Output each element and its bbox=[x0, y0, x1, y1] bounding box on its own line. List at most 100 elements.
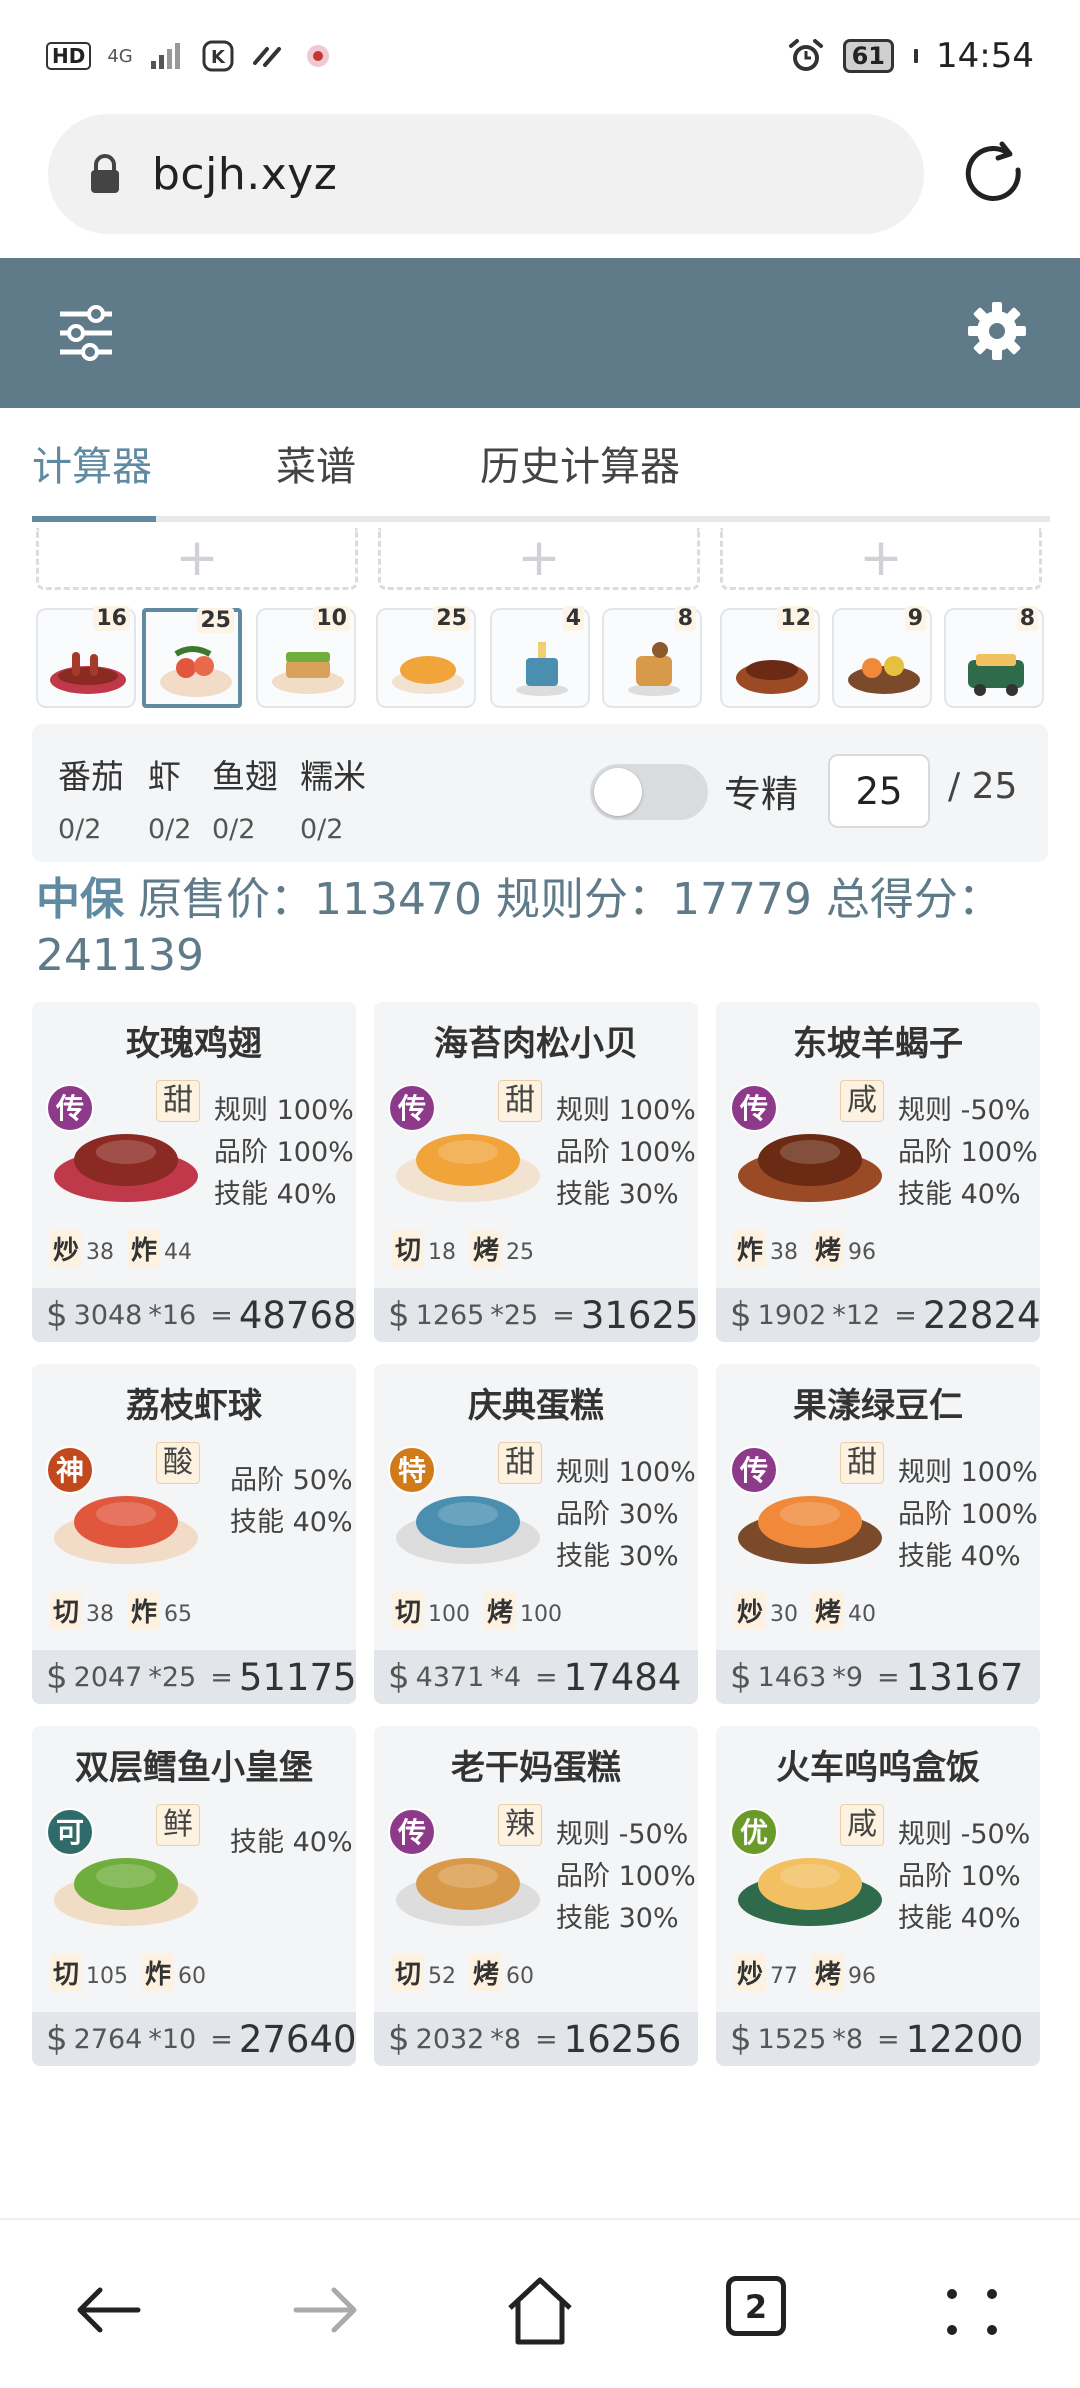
stat-line: 技能 40% bbox=[230, 1507, 353, 1538]
battery-level: 61 bbox=[851, 42, 886, 70]
mastery-toggle[interactable] bbox=[590, 764, 708, 820]
chef-slot-2[interactable]: + bbox=[378, 528, 700, 590]
recipe-stats: 规则 -50% 品阶 100% 技能 40% bbox=[898, 1090, 1038, 1216]
skill-value: 18 bbox=[428, 1240, 457, 1265]
skill-value: 40 bbox=[848, 1602, 877, 1627]
add-icon: + bbox=[859, 527, 903, 588]
total-price: 17484 bbox=[563, 1655, 682, 1699]
recipe-name: 果漾绿豆仁 bbox=[793, 1386, 963, 1426]
price-row: $2047 *25 = 51175 bbox=[32, 1650, 356, 1704]
filter-settings-icon[interactable] bbox=[56, 298, 116, 368]
score-text: 原售价：113470 规则分：17779 总得分：241139 bbox=[36, 874, 1002, 981]
skill-requirements: 炒 77 烤 96 bbox=[734, 1954, 876, 1991]
quantity: *9 bbox=[832, 1661, 864, 1693]
condiment-badge: 甜 bbox=[840, 1442, 884, 1484]
recipe-stats: 技能 40% bbox=[230, 1822, 353, 1864]
recipe-name: 庆典蛋糕 bbox=[468, 1386, 604, 1426]
skill-value: 60 bbox=[178, 1964, 207, 1989]
skill-value: 25 bbox=[506, 1240, 535, 1265]
stat-line: 品阶 100% bbox=[556, 1861, 696, 1892]
price-row: $3048 *16 = 48768 bbox=[32, 1288, 356, 1342]
browser-bottom-nav: 2 bbox=[0, 2218, 1080, 2388]
chef-slot-3[interactable]: + bbox=[720, 528, 1042, 590]
total-price: 27640 bbox=[238, 2017, 356, 2061]
recipe-thumb-fruit-mung-bean[interactable]: 9 bbox=[832, 606, 932, 708]
battery-tip bbox=[914, 49, 919, 63]
forward-arrow-icon[interactable] bbox=[286, 2270, 366, 2350]
skill-requirements: 炒 30 烤 40 bbox=[734, 1592, 876, 1629]
tab-calculator[interactable]: 计算器 bbox=[32, 434, 152, 492]
skill-name: 炒 bbox=[50, 1230, 83, 1267]
mastery-level-input[interactable] bbox=[828, 754, 930, 828]
total-price: 48768 bbox=[238, 1293, 356, 1337]
dish-icon bbox=[736, 660, 808, 694]
skill-name: 切 bbox=[392, 1230, 425, 1267]
skill-requirement: 炸 44 bbox=[128, 1230, 192, 1267]
dish-icon bbox=[160, 646, 232, 697]
skill-requirements: 切 100 烤 100 bbox=[392, 1592, 562, 1629]
recipe-thumb-rose-chicken-wings[interactable]: 16 bbox=[36, 606, 136, 708]
price-row: $1525 *8 = 12200 bbox=[716, 2012, 1040, 2066]
recipe-card[interactable]: 东坡羊蝎子传 咸规则 -50% 品阶 100% 技能 40% 炸 38 烤 96 $1902 *1… bbox=[716, 1002, 1040, 1342]
app-icon: K bbox=[202, 40, 234, 72]
skill-value: 96 bbox=[848, 1240, 877, 1265]
svg-text:K: K bbox=[211, 47, 226, 68]
equals-sign: = bbox=[894, 1299, 917, 1331]
stat-line: 品阶 100% bbox=[898, 1137, 1038, 1168]
condiment-badge: 甜 bbox=[156, 1080, 200, 1122]
add-icon: + bbox=[517, 527, 561, 588]
stat-line: 技能 30% bbox=[556, 1903, 679, 1934]
address-bar[interactable]: bcjh.xyz bbox=[48, 114, 924, 234]
recipe-thumb-train-bento[interactable]: 8 bbox=[944, 606, 1044, 708]
rarity-badge: 传 bbox=[730, 1084, 778, 1132]
recipe-card[interactable]: 老干妈蛋糕传 辣规则 -50% 品阶 100% 技能 30% 切 52 烤 60 $2032 *8… bbox=[374, 1726, 698, 2066]
recipe-card[interactable]: 荔枝虾球神 酸品阶 50% 技能 40% 切 38 炸 65 $2047 *25 = 51175 bbox=[32, 1364, 356, 1704]
recipe-thumb-dongpo-lamb[interactable]: 12 bbox=[720, 606, 820, 708]
stat-line: 技能 30% bbox=[556, 1179, 679, 1210]
total-price: 16256 bbox=[563, 2017, 682, 2061]
total-price: 12200 bbox=[905, 2017, 1024, 2061]
price-row: $1902 *12 = 22824 bbox=[716, 1288, 1040, 1342]
recipe-thumb-lychee-shrimp[interactable]: 25 bbox=[142, 608, 242, 708]
material-shark-fin: 鱼翅 0/2 bbox=[212, 750, 278, 845]
recipe-thumb-cod-burger[interactable]: 10 bbox=[256, 606, 356, 708]
unit-price: 2047 bbox=[73, 1661, 143, 1693]
unit-price: 1265 bbox=[415, 1299, 485, 1331]
mastery-max: / 25 bbox=[948, 766, 1018, 807]
chef-slot-1[interactable]: + bbox=[36, 528, 358, 590]
recipe-card[interactable]: 海苔肉松小贝传 甜规则 100% 品阶 100% 技能 30% 切 18 烤 25 $1265 *… bbox=[374, 1002, 698, 1342]
recipe-card[interactable]: 玫瑰鸡翅传 甜规则 100% 品阶 100% 技能 40% 炒 38 炸 44 $3048 *16… bbox=[32, 1002, 356, 1342]
skill-name: 炸 bbox=[142, 1954, 175, 1991]
tab-recipes[interactable]: 菜谱 bbox=[276, 434, 356, 492]
toggle-knob bbox=[594, 768, 642, 816]
skill-value: 77 bbox=[770, 1964, 799, 1989]
recipe-card[interactable]: 庆典蛋糕特甜规则 100% 品阶 30% 技能 30% 切 100 烤 100 $4371 *4… bbox=[374, 1364, 698, 1704]
recipe-card[interactable]: 火车呜呜盒饭优 咸规则 -50% 品阶 10% 技能 40% 炒 77 烤 96 $1525 *8… bbox=[716, 1726, 1040, 2066]
more-menu-icon[interactable] bbox=[932, 2270, 1012, 2350]
add-icon: + bbox=[175, 527, 219, 588]
recipe-thumb-laoganma-cake[interactable]: 8 bbox=[602, 606, 702, 708]
reload-icon[interactable] bbox=[960, 140, 1030, 210]
stat-line: 品阶 10% bbox=[898, 1861, 1021, 1892]
equals-sign: = bbox=[210, 1299, 233, 1331]
stat-line: 规则 -50% bbox=[898, 1095, 1031, 1126]
recipe-count: 16 bbox=[93, 606, 130, 631]
skill-requirement: 烤 25 bbox=[470, 1230, 534, 1267]
home-icon[interactable] bbox=[500, 2270, 580, 2350]
tabs-count-button[interactable]: 2 bbox=[726, 2276, 786, 2336]
skill-value: 65 bbox=[164, 1602, 193, 1627]
recipe-card[interactable]: 果漾绿豆仁传 甜规则 100% 品阶 100% 技能 40% 炒 30 烤 40 $1463 *9… bbox=[716, 1364, 1040, 1704]
stat-line: 规则 -50% bbox=[898, 1819, 1031, 1850]
back-arrow-icon[interactable] bbox=[68, 2270, 148, 2350]
material-count: 0/2 bbox=[212, 814, 256, 845]
recipe-name: 荔枝虾球 bbox=[126, 1386, 262, 1426]
recipe-card[interactable]: 双层鳕鱼小皇堡可 鲜技能 40% 切 105 炸 60 $2764 *10 = 27640 bbox=[32, 1726, 356, 2066]
price-row: $1265 *25 = 31625 bbox=[374, 1288, 698, 1342]
recipe-thumb-celebration-cake[interactable]: 4 bbox=[490, 606, 590, 708]
recipe-count: 8 bbox=[1016, 606, 1038, 631]
stat-line: 规则 100% bbox=[556, 1457, 696, 1488]
recipe-thumb-seaweed-scallop[interactable]: 25 bbox=[376, 606, 476, 708]
tab-history-calculator[interactable]: 历史计算器 bbox=[480, 434, 680, 492]
gear-icon[interactable] bbox=[966, 300, 1028, 362]
skill-value: 44 bbox=[164, 1240, 193, 1265]
